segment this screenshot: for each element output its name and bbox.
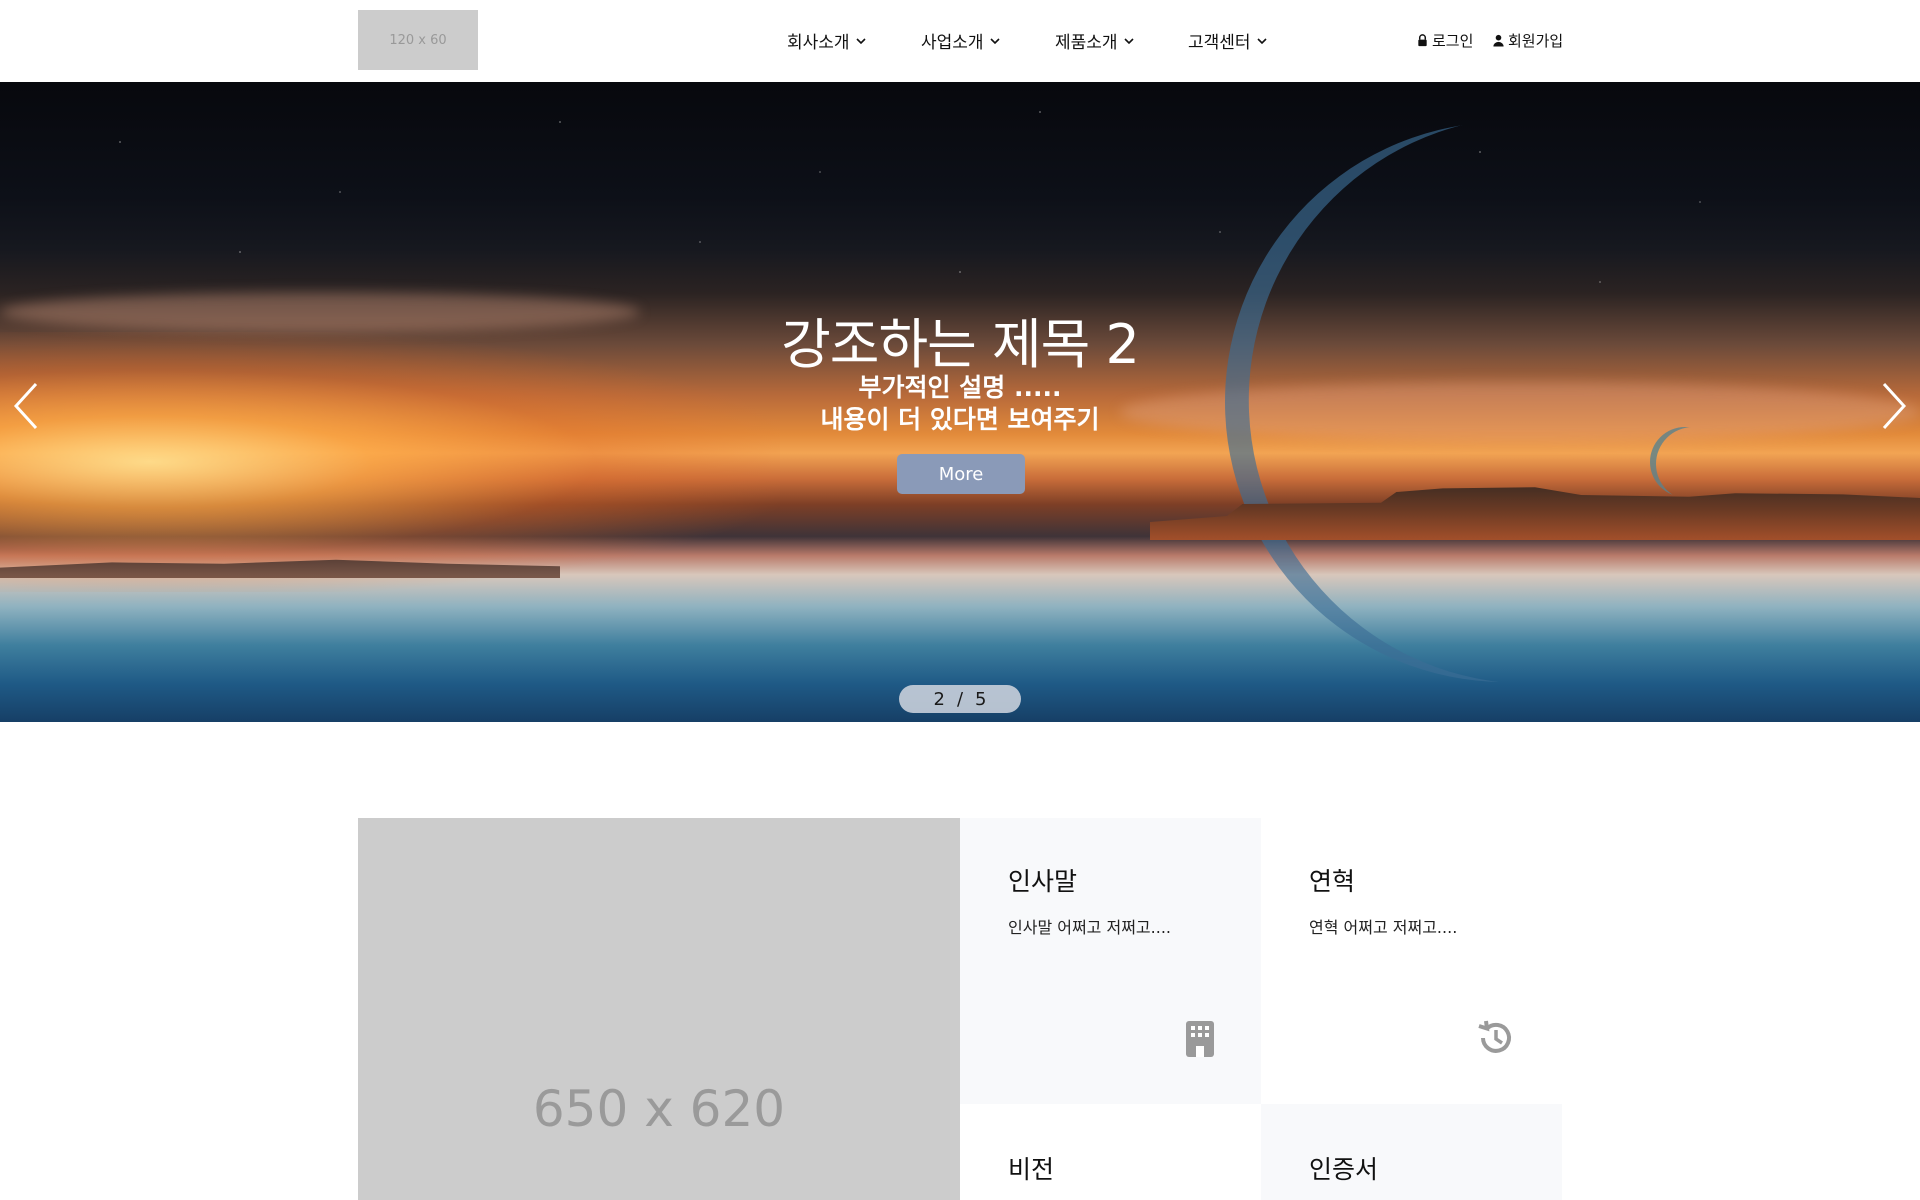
nav-item-label: 고객센터 [1188, 33, 1251, 53]
login-label: 로그인 [1432, 31, 1474, 50]
signup-link[interactable]: 회원가입 [1492, 30, 1563, 50]
placeholder-label: 650 x 620 [532, 1080, 786, 1138]
user-icon [1493, 34, 1504, 47]
card-title: 비전 [1008, 1155, 1055, 1184]
logo-placeholder[interactable]: 120 x 60 [358, 10, 478, 70]
more-button[interactable]: More [897, 454, 1025, 494]
image-placeholder: 650 x 620 [358, 818, 960, 1200]
chevron-down-icon [989, 37, 1000, 44]
chevron-left-icon [13, 382, 38, 430]
login-link[interactable]: 로그인 [1416, 30, 1473, 50]
nav-item-support[interactable]: 고객센터 [1188, 28, 1268, 53]
hero-subtitle-line2: 내용이 더 있다면 보여주기 [820, 405, 1100, 434]
hero-moon [1650, 427, 1720, 497]
pager-current: 2 [933, 688, 945, 710]
card-title: 인사말 [1008, 867, 1078, 896]
nav-item-label: 제품소개 [1055, 33, 1118, 53]
card-greeting[interactable]: 인사말 인사말 어쩌고 저쩌고.... [960, 818, 1261, 1104]
card-title: 인증서 [1309, 1155, 1379, 1184]
card-certificate[interactable]: 인증서 [1261, 1104, 1562, 1200]
next-slide-button[interactable] [1876, 378, 1912, 434]
chevron-down-icon [855, 37, 866, 44]
chevron-right-icon [1882, 382, 1907, 430]
nav-item-company[interactable]: 회사소개 [787, 28, 867, 53]
nav-item-products[interactable]: 제품소개 [1055, 28, 1135, 53]
card-vision[interactable]: 비전 [960, 1104, 1261, 1200]
nav-item-business[interactable]: 사업소개 [921, 28, 1001, 53]
lock-icon [1418, 33, 1427, 46]
card-history[interactable]: 연혁 연혁 어쩌고 저쩌고.... [1261, 818, 1562, 1104]
signup-label: 회원가입 [1508, 31, 1564, 50]
prev-slide-button[interactable] [8, 378, 44, 434]
site-header: 120 x 60 회사소개 사업소개 제품소개 고객센터 로그인 회원가입 [0, 0, 1920, 82]
nav-item-label: 회사소개 [787, 33, 850, 53]
chevron-down-icon [1123, 37, 1134, 44]
hero-subtitle-line1: 부가적인 설명 ..... [858, 373, 1062, 402]
history-icon [1478, 1020, 1511, 1053]
card-text: 인사말 어쩌고 저쩌고.... [1008, 918, 1171, 937]
nav-item-label: 사업소개 [921, 33, 984, 53]
hero-subtitle: 부가적인 설명 ..... 내용이 더 있다면 보여주기 [0, 372, 1920, 436]
slide-pager: 2 / 5 [899, 685, 1021, 713]
building-icon [1186, 1021, 1214, 1057]
card-text: 연혁 어쩌고 저쩌고.... [1309, 918, 1458, 937]
hero-slider: 강조하는 제목 2 부가적인 설명 ..... 내용이 더 있다면 보여주기 M… [0, 82, 1920, 722]
hero-title: 강조하는 제목 2 [781, 313, 1140, 376]
pager-separator: / [956, 688, 964, 710]
pager-total: 5 [975, 688, 987, 710]
card-title: 연혁 [1309, 867, 1356, 896]
chevron-down-icon [1256, 37, 1267, 44]
